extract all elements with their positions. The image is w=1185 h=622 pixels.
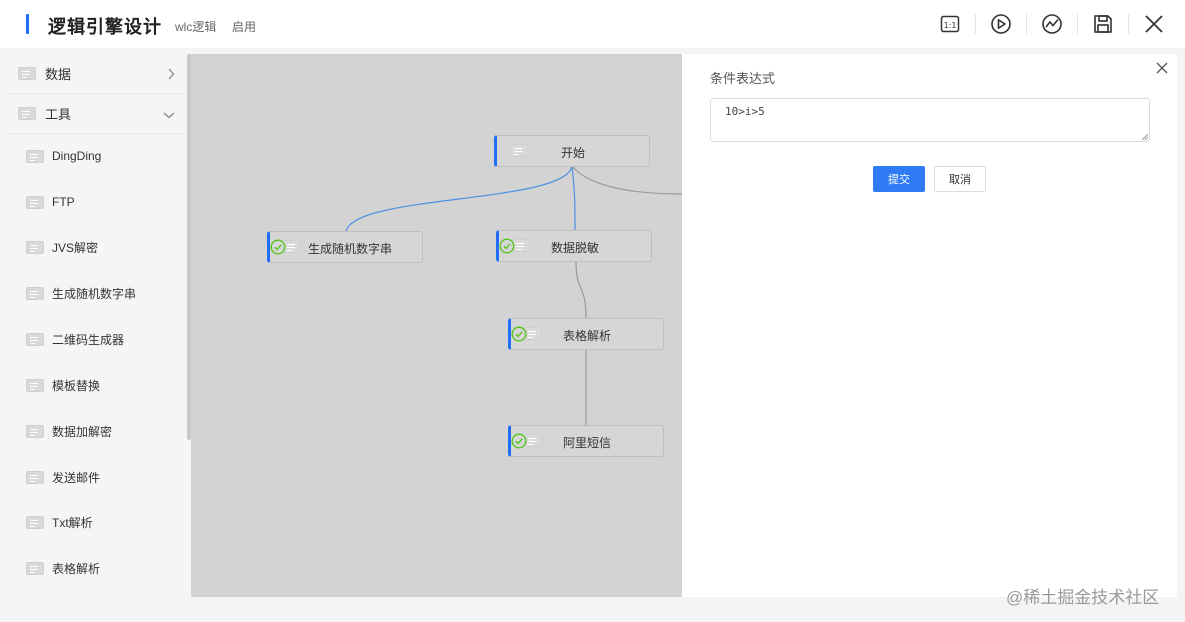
toolbar-divider <box>975 14 976 34</box>
flow-node-label: 数据脱敏 <box>550 241 599 255</box>
component-icon <box>18 67 36 80</box>
condition-expression-input[interactable]: 10>i>5 <box>710 98 1150 142</box>
link-start-random <box>345 165 573 233</box>
sidebar-item-data-crypto[interactable]: 数据加解密 <box>8 416 187 446</box>
sidebar-item-txt-parse[interactable]: Txt解析 <box>8 507 187 537</box>
sidebar-item-label: 模板替换 <box>52 378 101 393</box>
sidebar-item-label: JVS解密 <box>52 240 99 255</box>
close-icon[interactable] <box>1141 11 1167 37</box>
app-header: 逻辑引擎设计 wlc逻辑 启用 1:1 <box>0 0 1185 48</box>
sidebar-item-label: 生成随机数字串 <box>52 286 137 301</box>
component-icon <box>26 515 44 529</box>
flow-canvas[interactable]: 开始 生成随机数字串 数据脱敏 表格解析 阿里短信 <box>191 54 682 597</box>
sidebar-group-tools[interactable]: 工具 <box>8 94 187 134</box>
toolbar-divider <box>1077 14 1078 34</box>
component-icon <box>26 332 44 346</box>
link-mask-table <box>575 261 587 319</box>
component-icon <box>26 286 44 300</box>
sidebar-item-label: FTP <box>52 195 75 209</box>
flow-node-data-mask[interactable]: 数据脱敏 <box>496 230 652 262</box>
component-icon <box>18 107 36 120</box>
trend-icon[interactable] <box>1039 11 1065 37</box>
title-accent-bar <box>26 14 29 34</box>
fit-view-icon[interactable]: 1:1 <box>937 11 963 37</box>
sidebar-item-qrcode[interactable]: 二维码生成器 <box>8 324 187 354</box>
sidebar-item-label: 发送邮件 <box>52 470 101 485</box>
submit-button[interactable]: 提交 <box>873 166 925 192</box>
check-circle-icon <box>511 326 527 342</box>
sidebar-group-data[interactable]: 数据 <box>8 54 187 94</box>
toolbar-divider <box>1026 14 1027 34</box>
component-icon <box>26 149 44 163</box>
svg-text:1:1: 1:1 <box>944 21 957 30</box>
sidebar-group-label: 数据 <box>45 67 72 82</box>
cancel-button[interactable]: 取消 <box>934 166 986 192</box>
toolbar-divider <box>1128 14 1129 34</box>
header-toolbar: 1:1 <box>937 11 1167 37</box>
sidebar-item-label: DingDing <box>52 149 102 163</box>
play-icon[interactable] <box>988 11 1014 37</box>
component-icon <box>26 470 44 484</box>
component-icon <box>26 424 44 438</box>
flow-node-label: 阿里短信 <box>562 436 611 450</box>
component-sidebar: 数据 工具 DingDing FTP JVS解密 生成随机数字串 二维码生成器 … <box>8 54 191 597</box>
sidebar-item-jvs-decrypt[interactable]: JVS解密 <box>8 232 187 262</box>
flow-node-start[interactable]: 开始 <box>494 135 650 167</box>
watermark: @稀土掘金技术社区 <box>1006 588 1160 607</box>
component-icon <box>26 378 44 392</box>
check-circle-icon <box>499 238 515 254</box>
sidebar-item-label: 表格解析 <box>52 561 101 576</box>
logic-name-tag: wlc逻辑 <box>175 20 217 34</box>
sidebar-item-label: 二维码生成器 <box>52 332 125 347</box>
flow-node-aliyun-sms[interactable]: 阿里短信 <box>508 425 664 457</box>
flow-node-label: 生成随机数字串 <box>307 242 392 256</box>
component-icon <box>26 561 44 575</box>
status-tag: 启用 <box>232 20 257 34</box>
condition-panel: 条件表达式 10>i>5 提交 取消 <box>682 54 1177 597</box>
chevron-right-icon <box>168 68 175 80</box>
link-start-mask <box>571 165 576 231</box>
close-icon[interactable] <box>1155 61 1169 75</box>
sidebar-item-send-email[interactable]: 发送邮件 <box>8 462 187 492</box>
component-icon <box>26 240 44 254</box>
save-icon[interactable] <box>1090 11 1116 37</box>
sidebar-item-ftp[interactable]: FTP <box>8 187 187 217</box>
check-circle-icon <box>511 433 527 449</box>
sidebar-item-dingding[interactable]: DingDing <box>8 141 187 171</box>
check-circle-icon <box>270 239 286 255</box>
sidebar-group-label: 工具 <box>45 107 72 122</box>
resize-grip-icon[interactable] <box>1141 133 1149 141</box>
flow-node-label: 表格解析 <box>562 329 611 343</box>
sidebar-item-table-parse[interactable]: 表格解析 <box>8 553 187 583</box>
chevron-down-icon <box>163 112 175 119</box>
flow-node-random-string[interactable]: 生成随机数字串 <box>267 231 423 263</box>
flow-node-label: 开始 <box>560 146 585 160</box>
link-start-offscreen <box>571 165 682 195</box>
sidebar-item-template-replace[interactable]: 模板替换 <box>8 370 187 400</box>
panel-title: 条件表达式 <box>710 71 776 86</box>
sidebar-item-random-string[interactable]: 生成随机数字串 <box>8 278 187 308</box>
flow-node-table-parse[interactable]: 表格解析 <box>508 318 664 350</box>
sidebar-item-label: 数据加解密 <box>52 424 113 439</box>
page-title: 逻辑引擎设计 <box>48 17 162 37</box>
component-icon <box>26 195 44 209</box>
sidebar-item-label: Txt解析 <box>52 515 93 530</box>
